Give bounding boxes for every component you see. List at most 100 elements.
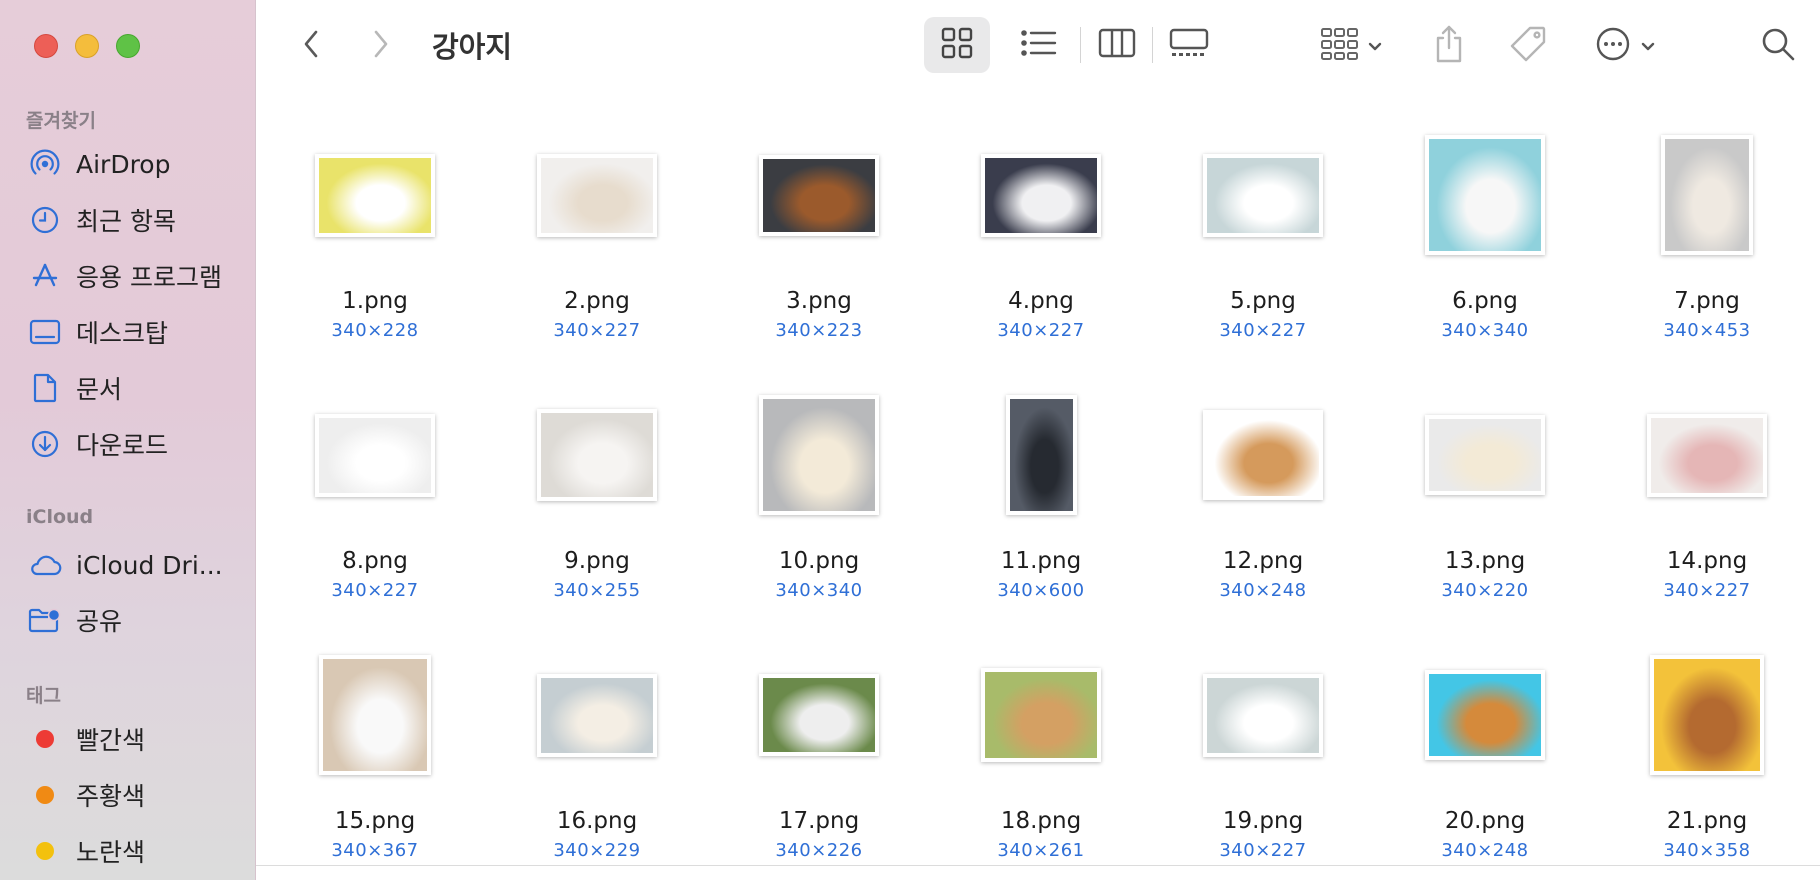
file-item[interactable]: 2.png 340×227 <box>486 110 708 360</box>
sidebar-item-tag-orange[interactable]: 주황색 <box>28 775 145 815</box>
file-item[interactable]: 12.png 340×248 <box>1152 370 1374 620</box>
thumbnail-image <box>763 158 875 232</box>
file-dimensions: 340×227 <box>997 320 1085 341</box>
sidebar-item-icloud-drive[interactable]: iCloud Dri... <box>28 545 223 585</box>
file-item[interactable]: 10.png 340×340 <box>708 370 930 620</box>
file-item[interactable]: 13.png 340×220 <box>1374 370 1596 620</box>
file-dimensions: 340×340 <box>1441 320 1529 341</box>
more-actions-button[interactable] <box>1582 20 1668 72</box>
thumbnail-area <box>1152 370 1374 540</box>
file-name: 5.png <box>1230 288 1296 314</box>
thumbnail-image <box>1651 417 1763 493</box>
gallery-view-icon <box>1169 28 1209 62</box>
gallery-view-button[interactable] <box>1156 17 1222 73</box>
tag-button[interactable] <box>1500 20 1556 72</box>
file-item[interactable]: 15.png 340×367 <box>264 630 486 880</box>
image-thumbnail <box>1203 410 1323 500</box>
file-name: 9.png <box>564 548 630 574</box>
file-item[interactable]: 6.png 340×340 <box>1374 110 1596 360</box>
thumbnail-image <box>763 678 875 752</box>
file-item[interactable]: 16.png 340×229 <box>486 630 708 880</box>
cloud-icon <box>28 548 62 582</box>
file-item[interactable]: 18.png 340×261 <box>930 630 1152 880</box>
close-window-button[interactable] <box>34 34 58 58</box>
sidebar-item-downloads[interactable]: 다운로드 <box>28 424 168 464</box>
yellow-tag-dot <box>36 842 54 860</box>
thumbnail-area <box>708 370 930 540</box>
group-button[interactable] <box>1311 20 1391 72</box>
back-button[interactable] <box>296 26 326 66</box>
thumbnail-area <box>486 110 708 280</box>
sidebar-item-recents[interactable]: 최근 항목 <box>28 200 176 240</box>
file-dimensions: 340×227 <box>553 320 641 341</box>
file-item[interactable]: 4.png 340×227 <box>930 110 1152 360</box>
thumbnail-area <box>1596 370 1818 540</box>
sidebar-item-documents[interactable]: 문서 <box>28 368 122 408</box>
orange-tag-dot <box>36 786 54 804</box>
sidebar: 즐겨찾기 AirDrop 최근 항목 응용 프로그램 데스크탑 문서 다운로드 … <box>0 0 256 880</box>
file-item[interactable]: 1.png 340×228 <box>264 110 486 360</box>
ellipsis-circle-icon <box>1595 26 1631 66</box>
shared-folder-icon <box>28 603 62 637</box>
file-name: 3.png <box>786 288 852 314</box>
file-item[interactable]: 21.png 340×358 <box>1596 630 1818 880</box>
file-item[interactable]: 3.png 340×223 <box>708 110 930 360</box>
thumbnail-area <box>1596 110 1818 280</box>
toolbar-divider <box>1080 27 1081 63</box>
file-dimensions: 340×228 <box>331 320 419 341</box>
file-item[interactable]: 20.png 340×248 <box>1374 630 1596 880</box>
icon-view-button[interactable] <box>924 17 990 73</box>
sidebar-item-label: 다운로드 <box>76 431 169 460</box>
share-button[interactable] <box>1424 20 1474 72</box>
column-view-button[interactable] <box>1084 17 1150 73</box>
forward-button[interactable] <box>366 26 396 66</box>
file-name: 16.png <box>556 808 638 834</box>
file-dimensions: 340×255 <box>553 580 641 601</box>
file-item[interactable]: 5.png 340×227 <box>1152 110 1374 360</box>
toolbar: 강아지 <box>256 0 1820 90</box>
thumbnail-area <box>1596 630 1818 800</box>
file-item[interactable]: 14.png 340×227 <box>1596 370 1818 620</box>
sidebar-item-desktop[interactable]: 데스크탑 <box>28 312 168 352</box>
file-dimensions: 340×600 <box>997 580 1085 601</box>
list-view-button[interactable] <box>1006 17 1072 73</box>
file-item[interactable]: 17.png 340×226 <box>708 630 930 880</box>
file-item[interactable]: 9.png 340×255 <box>486 370 708 620</box>
tags-section-title: 태그 <box>26 685 61 707</box>
sidebar-item-airdrop[interactable]: AirDrop <box>28 144 170 184</box>
image-thumbnail <box>759 154 879 236</box>
file-item[interactable]: 8.png 340×227 <box>264 370 486 620</box>
file-name: 2.png <box>564 288 630 314</box>
thumbnail-image <box>1429 674 1541 756</box>
sidebar-item-shared[interactable]: 공유 <box>28 600 122 640</box>
minimize-window-button[interactable] <box>75 34 99 58</box>
image-thumbnail <box>1425 135 1545 255</box>
file-dimensions: 340×227 <box>1219 320 1307 341</box>
sidebar-item-applications[interactable]: 응용 프로그램 <box>28 256 222 296</box>
thumbnail-image <box>763 399 875 511</box>
chevron-down-icon <box>1368 37 1382 56</box>
file-dimensions: 340×220 <box>1441 580 1529 601</box>
thumbnail-area <box>930 630 1152 800</box>
thumbnail-area <box>1152 630 1374 800</box>
thumbnail-area <box>930 370 1152 540</box>
scroll-edge-divider <box>256 865 1820 866</box>
image-thumbnail <box>981 668 1101 762</box>
thumbnail-image <box>1665 139 1749 251</box>
image-thumbnail <box>1425 415 1545 495</box>
file-item[interactable]: 7.png 340×453 <box>1596 110 1818 360</box>
file-item[interactable]: 11.png 340×600 <box>930 370 1152 620</box>
search-button[interactable] <box>1756 24 1800 68</box>
icloud-section-title: iCloud <box>26 506 94 528</box>
sidebar-item-tag-red[interactable]: 빨간색 <box>28 719 145 759</box>
file-dimensions: 340×248 <box>1441 840 1529 861</box>
thumbnail-image <box>319 417 431 493</box>
image-thumbnail <box>759 395 879 515</box>
sidebar-item-label: 응용 프로그램 <box>76 263 222 292</box>
image-thumbnail <box>981 153 1101 237</box>
thumbnail-image <box>1429 419 1541 491</box>
zoom-window-button[interactable] <box>116 34 140 58</box>
document-icon <box>28 371 62 405</box>
sidebar-item-tag-yellow[interactable]: 노란색 <box>28 831 145 871</box>
file-item[interactable]: 19.png 340×227 <box>1152 630 1374 880</box>
